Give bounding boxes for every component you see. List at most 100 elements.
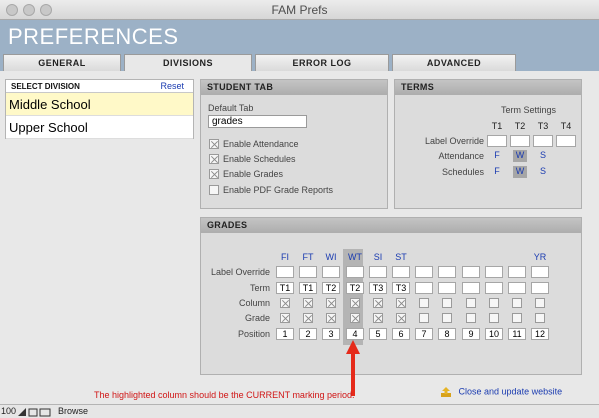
close-window-icon[interactable] [6,4,18,16]
term-label-input-t1[interactable] [487,135,507,147]
grades-panel: GRADES [200,217,582,375]
grade-position-cell[interactable]: 12 [531,328,549,340]
grade-grade-checkbox[interactable] [326,313,336,323]
grade-column-checkbox[interactable] [396,298,406,308]
grade-grade-checkbox[interactable] [280,313,290,323]
division-item-middle-school[interactable]: Middle School [6,93,193,116]
close-update-button[interactable]: Close and update website [440,386,562,398]
grade-label-override-input[interactable] [392,266,410,278]
zoom-window-icon[interactable] [40,4,52,16]
grade-label-override-input[interactable] [485,266,503,278]
grade-column-checkbox[interactable] [512,298,522,308]
grade-label-override-input[interactable] [369,266,387,278]
term-label-input-t4[interactable] [556,135,576,147]
grade-grade-checkbox[interactable] [466,313,476,323]
schedule-term-t2[interactable]: W [513,166,527,178]
grade-column-checkbox[interactable] [442,298,452,308]
enable-attendance-checkbox[interactable] [209,139,219,149]
grade-label-override-input[interactable] [415,266,433,278]
grade-column-checkbox[interactable] [303,298,313,308]
grade-column-checkbox[interactable] [535,298,545,308]
grade-grade-checkbox[interactable] [442,313,452,323]
grade-position-cell[interactable]: 10 [485,328,503,340]
grade-term-input[interactable] [438,282,456,294]
grade-column-checkbox[interactable] [373,298,383,308]
grade-label-override-input[interactable] [438,266,456,278]
grade-column-checkbox[interactable] [419,298,429,308]
division-list: SELECT DIVISION Reset Middle School Uppe… [5,79,194,139]
grade-term-input[interactable]: T2 [346,282,364,294]
grade-grade-checkbox[interactable] [373,313,383,323]
grade-term-input[interactable] [415,282,433,294]
grade-position-cell[interactable]: 9 [462,328,480,340]
grade-label-override-input[interactable] [462,266,480,278]
window-title: FAM Prefs [271,3,328,17]
grade-term-input[interactable] [462,282,480,294]
terms-attendance-label: Attendance [438,151,484,161]
term-label-input-t3[interactable] [533,135,553,147]
grade-column-checkbox[interactable] [326,298,336,308]
grade-label-override-input[interactable] [276,266,294,278]
reset-link[interactable]: Reset [160,80,184,93]
grade-term-input[interactable]: T3 [392,282,410,294]
grade-label-override-input[interactable] [346,266,364,278]
default-tab-input[interactable]: grades [208,115,307,128]
grade-position-cell[interactable]: 6 [392,328,410,340]
grade-column-checkbox[interactable] [489,298,499,308]
grade-grade-checkbox[interactable] [535,313,545,323]
grade-grade-checkbox[interactable] [350,313,360,323]
grades-label-override-label: Label Override [210,267,270,277]
grade-position-cell[interactable]: 3 [322,328,340,340]
term-label-input-t2[interactable] [510,135,530,147]
grade-grade-checkbox[interactable] [396,313,406,323]
grade-column-checkbox[interactable] [466,298,476,308]
grade-grade-checkbox[interactable] [512,313,522,323]
enable-schedules-checkbox[interactable] [209,154,219,164]
grade-position-cell[interactable]: 11 [508,328,526,340]
division-item-upper-school[interactable]: Upper School [6,116,193,139]
grade-grade-checkbox[interactable] [419,313,429,323]
grade-label-override-input[interactable] [322,266,340,278]
grade-term-input[interactable]: T2 [322,282,340,294]
attendance-term-t3[interactable]: S [536,150,550,162]
terms-label-override-label: Label Override [424,136,484,146]
minimize-window-icon[interactable] [23,4,35,16]
grade-column-checkbox[interactable] [350,298,360,308]
grade-label-override-input[interactable] [299,266,317,278]
grade-label-override-input[interactable] [531,266,549,278]
grade-term-input[interactable] [485,282,503,294]
term-col-t1: T1 [491,121,503,131]
enable-attendance-label: Enable Attendance [223,139,299,149]
grade-position-cell[interactable]: 2 [299,328,317,340]
term-col-t2: T2 [514,121,526,131]
enable-grades-checkbox[interactable] [209,169,219,179]
attendance-term-t1[interactable]: F [490,150,504,162]
enable-pdf-reports-checkbox[interactable] [209,185,219,195]
grade-term-input[interactable] [531,282,549,294]
grade-grade-checkbox[interactable] [489,313,499,323]
grade-position-cell[interactable]: 4 [346,328,364,340]
grade-position-cell[interactable]: 7 [415,328,433,340]
grade-label-override-input[interactable] [508,266,526,278]
attendance-term-t2[interactable]: W [513,150,527,162]
grade-term-input[interactable]: T3 [369,282,387,294]
tab-error-log[interactable]: ERROR LOG [255,54,389,71]
header-banner: PREFERENCES [0,20,599,57]
mode-label[interactable]: Browse [58,405,88,418]
tab-general[interactable]: GENERAL [3,54,121,71]
grade-position-cell[interactable]: 1 [276,328,294,340]
schedule-term-t1[interactable]: F [490,166,504,178]
grade-term-input[interactable] [508,282,526,294]
tab-divisions[interactable]: DIVISIONS [124,54,252,72]
grade-term-input[interactable]: T1 [276,282,294,294]
tab-advanced[interactable]: ADVANCED [392,54,516,71]
grade-column-header: WT [348,252,362,262]
grade-position-cell[interactable]: 8 [438,328,456,340]
schedule-term-t3[interactable]: S [536,166,550,178]
grade-grade-checkbox[interactable] [303,313,313,323]
grade-position-cell[interactable]: 5 [369,328,387,340]
grade-column-checkbox[interactable] [280,298,290,308]
grade-term-input[interactable]: T1 [299,282,317,294]
zoom-level[interactable]: 100 [1,405,16,418]
grades-column-label: Column [238,298,270,308]
